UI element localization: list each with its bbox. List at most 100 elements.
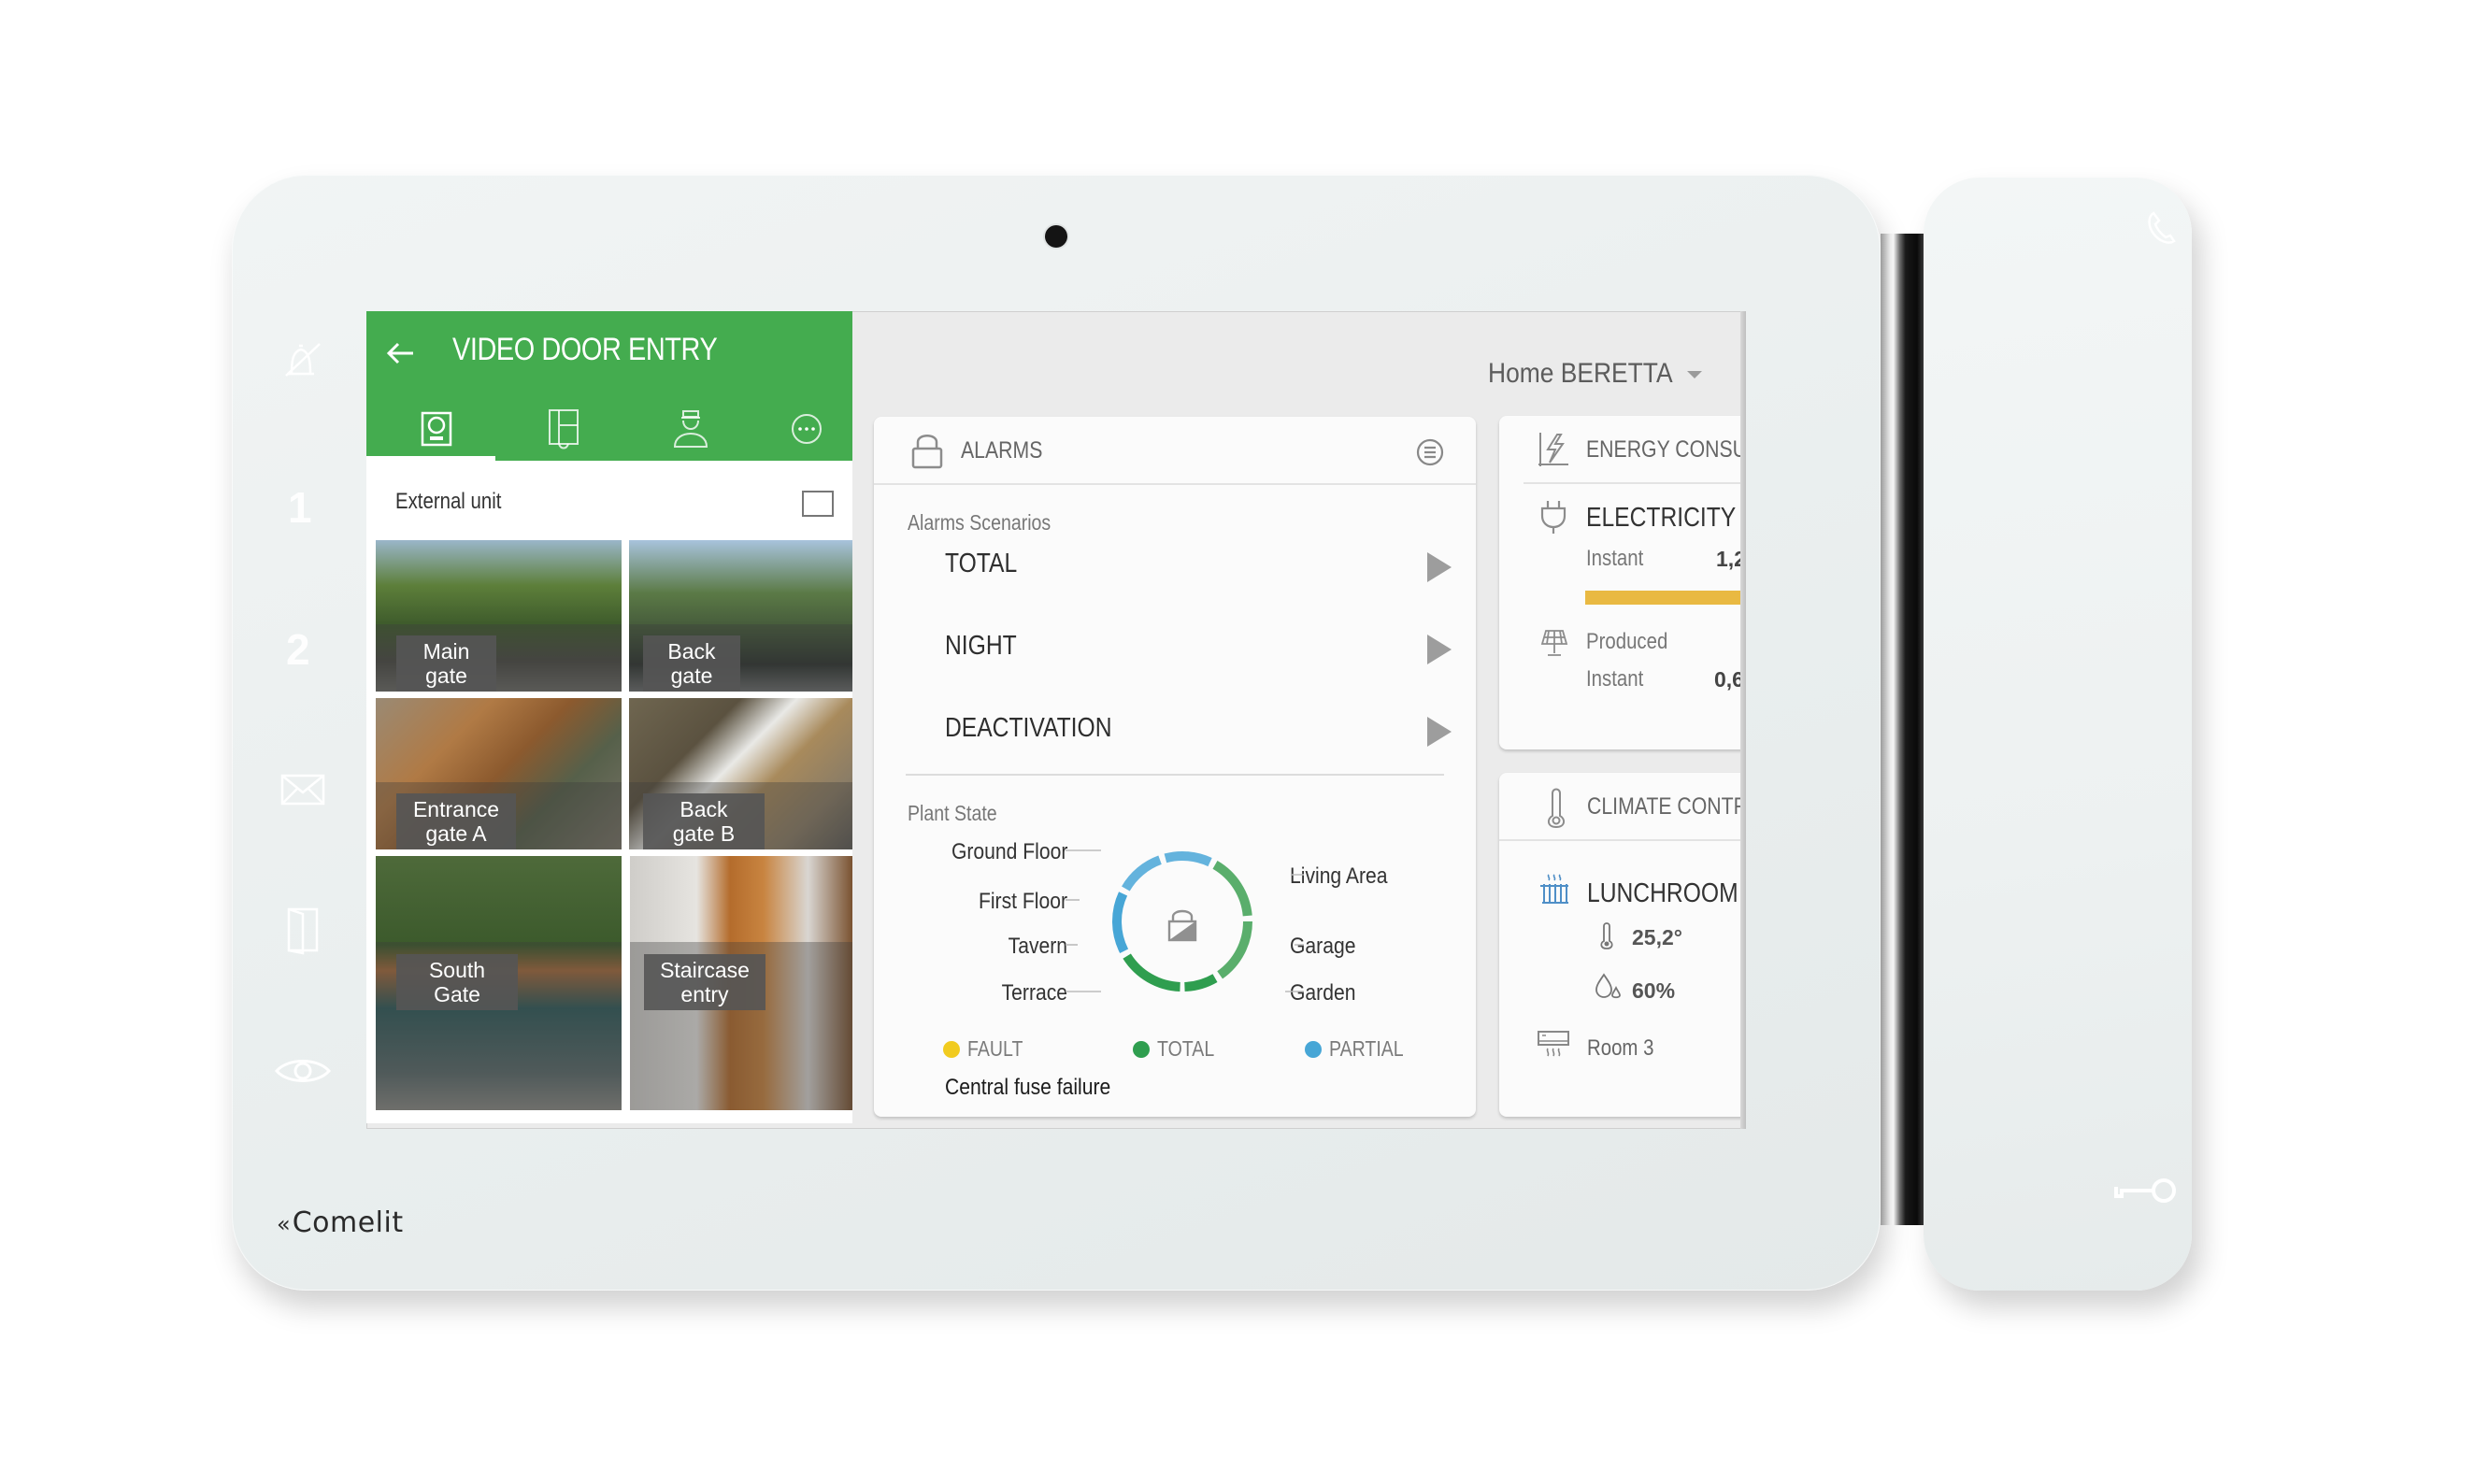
- zone-label: Tavern: [1008, 934, 1067, 959]
- energy-chart-icon: [1538, 433, 1568, 466]
- ring-segment-terrace: [1123, 953, 1180, 992]
- tile-caption: Main gate: [396, 635, 496, 692]
- card-title: CLIMATE CONTRO: [1587, 793, 1746, 820]
- tile-caption: Back gate B: [643, 793, 765, 849]
- comelit-logo-mark: «: [277, 1211, 291, 1237]
- scenario-row-night[interactable]: NIGHT: [874, 617, 1476, 682]
- button-2[interactable]: 2: [286, 624, 310, 675]
- tile-caption-line2: Gate: [434, 982, 480, 1006]
- legend-dot-total: [1133, 1041, 1150, 1058]
- solar-panel-icon: [1540, 630, 1568, 656]
- legend-dot-fault: [943, 1041, 960, 1058]
- tile-caption: Back gate: [643, 635, 740, 692]
- tab-more[interactable]: [746, 401, 867, 457]
- camera-tile[interactable]: Entrance gate A: [376, 698, 622, 849]
- divider: [1499, 839, 1746, 841]
- tile-caption-line1: Main: [422, 639, 470, 664]
- humidity-value: 60%: [1632, 978, 1676, 1003]
- legend-dot-partial: [1305, 1041, 1322, 1058]
- tile-caption-line2: gate: [670, 664, 713, 688]
- camera-tile[interactable]: Staircase entry: [630, 856, 852, 1110]
- energy-card: ENERGY CONSUM ELECTRICITY Instant 1,2 Pr…: [1499, 416, 1746, 749]
- handset[interactable]: [1924, 178, 2192, 1291]
- page-title: VIDEO DOOR ENTRY: [452, 332, 718, 367]
- play-icon[interactable]: [1427, 717, 1452, 747]
- camera-tile[interactable]: Main gate: [376, 540, 622, 692]
- door-icon[interactable]: [286, 906, 320, 955]
- instant-label: Instant: [1586, 666, 1644, 692]
- camera-lens: [1045, 225, 1067, 248]
- comelit-logo: «Comelit: [277, 1206, 404, 1239]
- scenario-row-deactivation[interactable]: DEACTIVATION: [874, 699, 1476, 764]
- external-unit-icon: [421, 411, 452, 447]
- active-tab-indicator: [366, 456, 495, 461]
- other-room-label[interactable]: Room 3: [1587, 1035, 1653, 1062]
- scenario-label: DEACTIVATION: [945, 713, 1112, 743]
- tile-caption: Staircase entry: [644, 954, 765, 1010]
- tile-caption-line1: Back: [680, 797, 728, 821]
- alarms-card: ALARMS Alarms Scenarios TOTAL NIGHT DEAC…: [874, 417, 1476, 1117]
- thermometer-icon: [1547, 788, 1566, 829]
- brand-name: Comelit: [292, 1206, 404, 1239]
- camera-tile[interactable]: South Gate: [376, 856, 622, 1110]
- metal-hinge: [1881, 234, 1924, 1225]
- play-icon[interactable]: [1427, 635, 1452, 664]
- divider: [874, 483, 1476, 485]
- divider: [906, 774, 1444, 776]
- tab-concierge[interactable]: [630, 401, 751, 457]
- tab-external-unit[interactable]: [376, 401, 497, 457]
- tile-caption-line1: Back: [667, 639, 716, 664]
- section-label: External unit: [395, 489, 502, 514]
- screen-edge: [1740, 311, 1746, 1129]
- camera-tile[interactable]: Back gate B: [629, 698, 852, 849]
- concierge-icon: [673, 410, 708, 448]
- button-1[interactable]: 1: [288, 482, 312, 533]
- legend-label: FAULT: [967, 1036, 1023, 1061]
- panel-header: VIDEO DOOR ENTRY: [366, 311, 852, 461]
- produced-label: Produced: [1586, 629, 1668, 654]
- zone-label: First Floor: [978, 889, 1067, 914]
- play-icon[interactable]: [1427, 552, 1452, 582]
- tile-caption-line1: Staircase: [660, 958, 750, 982]
- tile-caption-line1: South: [428, 958, 486, 982]
- back-arrow-icon[interactable]: [385, 337, 417, 369]
- chevron-down-icon[interactable]: [1687, 371, 1702, 378]
- tab-internal-unit[interactable]: [503, 401, 624, 457]
- scenario-label: TOTAL: [945, 549, 1018, 578]
- divider: [1524, 482, 1746, 484]
- ring-segment-garden: [1184, 974, 1218, 992]
- eye-icon[interactable]: [275, 1054, 331, 1088]
- menu-icon[interactable]: [1416, 438, 1444, 466]
- camera-tile[interactable]: Back gate: [629, 540, 852, 692]
- more-options-icon: [792, 414, 822, 444]
- ring-segment-living-area: [1212, 861, 1252, 917]
- plant-state-label: Plant State: [908, 801, 997, 825]
- climate-card: CLIMATE CONTRO LUNCHROOM 25,2° 60% Room …: [1499, 773, 1746, 1117]
- humidity-icon: [1595, 973, 1621, 999]
- consumption-bar: [1585, 591, 1746, 605]
- phone-icon[interactable]: [2140, 206, 2185, 250]
- radiator-icon: [1540, 874, 1568, 904]
- scenarios-label: Alarms Scenarios: [908, 510, 1052, 535]
- scenario-label: NIGHT: [945, 631, 1017, 661]
- key-icon[interactable]: [2114, 1176, 2180, 1206]
- envelope-icon[interactable]: [280, 774, 325, 806]
- temperature-icon: [1600, 922, 1613, 949]
- room-name: LUNCHROOM: [1587, 878, 1738, 908]
- electricity-label: ELECTRICITY: [1586, 503, 1737, 533]
- ring-segment-tavern: [1112, 892, 1129, 954]
- tile-caption-line2: entry: [680, 982, 729, 1006]
- touch-screen: VIDEO DOOR ENTRY External unit Main gate…: [366, 311, 1746, 1129]
- legend-label: TOTAL: [1157, 1036, 1215, 1061]
- plug-icon: [1540, 501, 1567, 534]
- fault-message: Central fuse failure: [945, 1075, 1111, 1100]
- legend-label: PARTIAL: [1329, 1036, 1404, 1061]
- bell-mute-icon[interactable]: [279, 336, 325, 383]
- zone-label: Living Area: [1290, 863, 1388, 889]
- ring-segment-ground-floor: [1164, 851, 1212, 867]
- external-unit-checkbox[interactable]: [802, 491, 834, 517]
- scenario-row-total[interactable]: TOTAL: [874, 535, 1476, 600]
- home-selector[interactable]: Home BERETTA: [1488, 358, 1673, 390]
- tile-caption-line2: gate: [425, 664, 467, 688]
- zone-label: Terrace: [1001, 980, 1067, 1006]
